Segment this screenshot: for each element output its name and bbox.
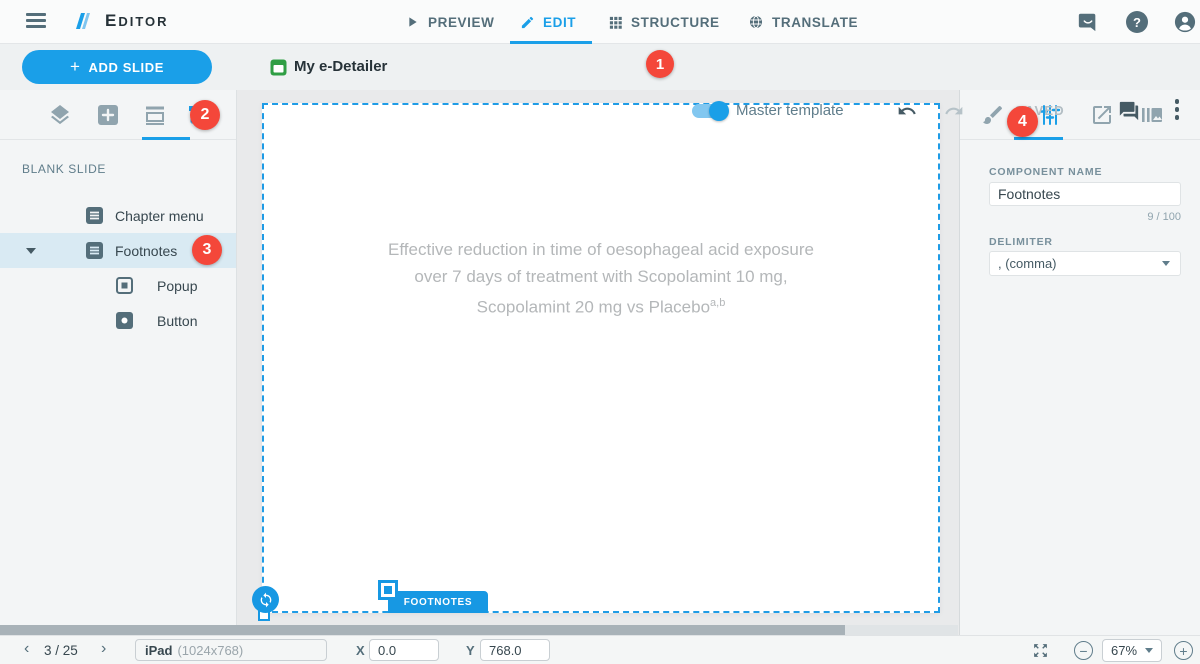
horizontal-scrollbar-thumb[interactable] — [0, 625, 845, 635]
bottom-status-bar: ‹ 3 / 25 › iPad (1024x768) X Y − 67% + — [0, 635, 1200, 664]
tab-edit[interactable]: EDIT — [520, 0, 576, 44]
delimiter-select[interactable]: , (comma) — [989, 251, 1181, 276]
next-slide-button[interactable]: › — [101, 640, 106, 658]
tree-item-button[interactable]: Button — [0, 303, 236, 338]
horizontal-scrollbar-track[interactable] — [0, 625, 958, 635]
play-icon — [404, 14, 420, 30]
zoom-level-select[interactable]: 67% — [1102, 639, 1162, 662]
editor-app: EDITOR PREVIEW EDIT STRUCTURE TRANSLATE … — [0, 0, 1200, 664]
more-options-icon[interactable] — [1174, 99, 1180, 123]
char-counter: 9 / 100 — [989, 211, 1181, 223]
zoom-out-button[interactable]: − — [1074, 641, 1093, 660]
inspector-tabs — [960, 90, 1200, 140]
redo-icon[interactable] — [944, 101, 964, 121]
tree-item-chapter-menu[interactable]: Chapter menu — [0, 198, 236, 233]
callout-badge-4: 4 — [1007, 106, 1038, 137]
component-tree: Chapter menu Footnotes Popup Button — [0, 198, 236, 338]
comments-icon[interactable] — [1118, 100, 1140, 122]
app-logo: EDITOR — [71, 9, 169, 33]
master-template-toggle[interactable] — [692, 104, 726, 118]
toggle-knob — [709, 101, 729, 121]
logo-icon — [71, 9, 95, 33]
x-coordinate-label: X — [356, 643, 365, 658]
previous-slide-button[interactable]: ‹ — [24, 640, 29, 658]
chevron-down-icon — [1162, 261, 1170, 266]
add-slide-button[interactable]: + ADD SLIDE — [22, 50, 212, 84]
edetailer-doc-icon — [270, 59, 287, 76]
tree-item-popup[interactable]: Popup — [0, 268, 236, 303]
fullscreen-icon[interactable] — [1032, 642, 1049, 659]
sync-icon — [258, 592, 274, 608]
slide-canvas[interactable]: Effective reduction in time of oesophage… — [262, 103, 940, 613]
list-component-icon — [86, 207, 103, 224]
sidebar-active-tab-underline — [142, 137, 190, 140]
button-component-icon — [116, 312, 133, 329]
media-columns-tab-icon[interactable] — [1140, 103, 1164, 127]
undo-icon[interactable] — [897, 101, 917, 121]
callout-badge-2: 2 — [190, 100, 220, 130]
footnote-superscript: a,b — [710, 297, 725, 309]
slide-page-indicator: 3 / 25 — [44, 643, 78, 658]
tab-preview[interactable]: PREVIEW — [404, 0, 494, 44]
globe-icon — [748, 14, 764, 30]
inspector-active-tab-underline — [1014, 137, 1063, 140]
tab-translate[interactable]: TRANSLATE — [748, 0, 858, 44]
logo-text: EDITOR — [105, 11, 169, 31]
layers-tab-icon[interactable] — [48, 103, 72, 127]
component-drag-handle[interactable] — [378, 580, 398, 600]
layout-tab-icon[interactable] — [143, 103, 167, 127]
pencil-icon — [520, 15, 535, 30]
right-inspector-panel: COMPONENT NAME 9 / 100 DELIMITER , (comm… — [959, 90, 1200, 635]
feedback-icon[interactable] — [1077, 11, 1099, 33]
device-preset-select[interactable]: iPad (1024x768) — [135, 639, 327, 661]
callout-badge-1: 1 — [646, 50, 674, 78]
top-header: EDITOR PREVIEW EDIT STRUCTURE TRANSLATE … — [0, 0, 1200, 44]
y-coordinate-input[interactable] — [480, 639, 550, 661]
slide-title-text: Effective reduction in time of oesophage… — [264, 236, 938, 321]
list-component-icon — [86, 242, 103, 259]
left-sidebar: BLANK SLIDE Chapter menu Footnotes Popup… — [0, 90, 237, 635]
zoom-in-button[interactable]: + — [1174, 641, 1193, 660]
popup-component-icon — [116, 277, 133, 294]
brush-tab-icon[interactable] — [981, 103, 1005, 127]
delimiter-label: DELIMITER — [989, 236, 1053, 248]
plus-icon: + — [70, 57, 81, 77]
chevron-down-icon — [1145, 648, 1153, 653]
open-in-new-tab-icon[interactable] — [1090, 103, 1114, 127]
callout-badge-3: 3 — [192, 235, 222, 265]
collapse-caret-icon[interactable] — [26, 248, 36, 254]
add-component-tab-icon[interactable] — [96, 103, 120, 127]
x-coordinate-input[interactable] — [369, 639, 439, 661]
tab-structure[interactable]: STRUCTURE — [608, 0, 720, 44]
document-title: My e-Detailer — [294, 58, 387, 75]
master-template-label: Master template — [736, 102, 844, 119]
y-coordinate-label: Y — [466, 643, 475, 658]
rotate-handle[interactable] — [252, 586, 279, 613]
component-name-input[interactable] — [989, 182, 1181, 206]
hamburger-menu-icon[interactable] — [26, 13, 46, 29]
active-tab-underline — [510, 41, 592, 44]
grid-icon — [608, 15, 623, 30]
component-name-label: COMPONENT NAME — [989, 166, 1102, 178]
slide-toolbar: + ADD SLIDE My e-Detailer Master templat… — [0, 44, 1200, 90]
slide-section-label: BLANK SLIDE — [22, 162, 106, 176]
help-icon[interactable]: ? — [1126, 11, 1148, 33]
account-icon[interactable] — [1174, 11, 1196, 33]
footnotes-component-tag[interactable]: FOOTNOTES — [388, 591, 488, 613]
